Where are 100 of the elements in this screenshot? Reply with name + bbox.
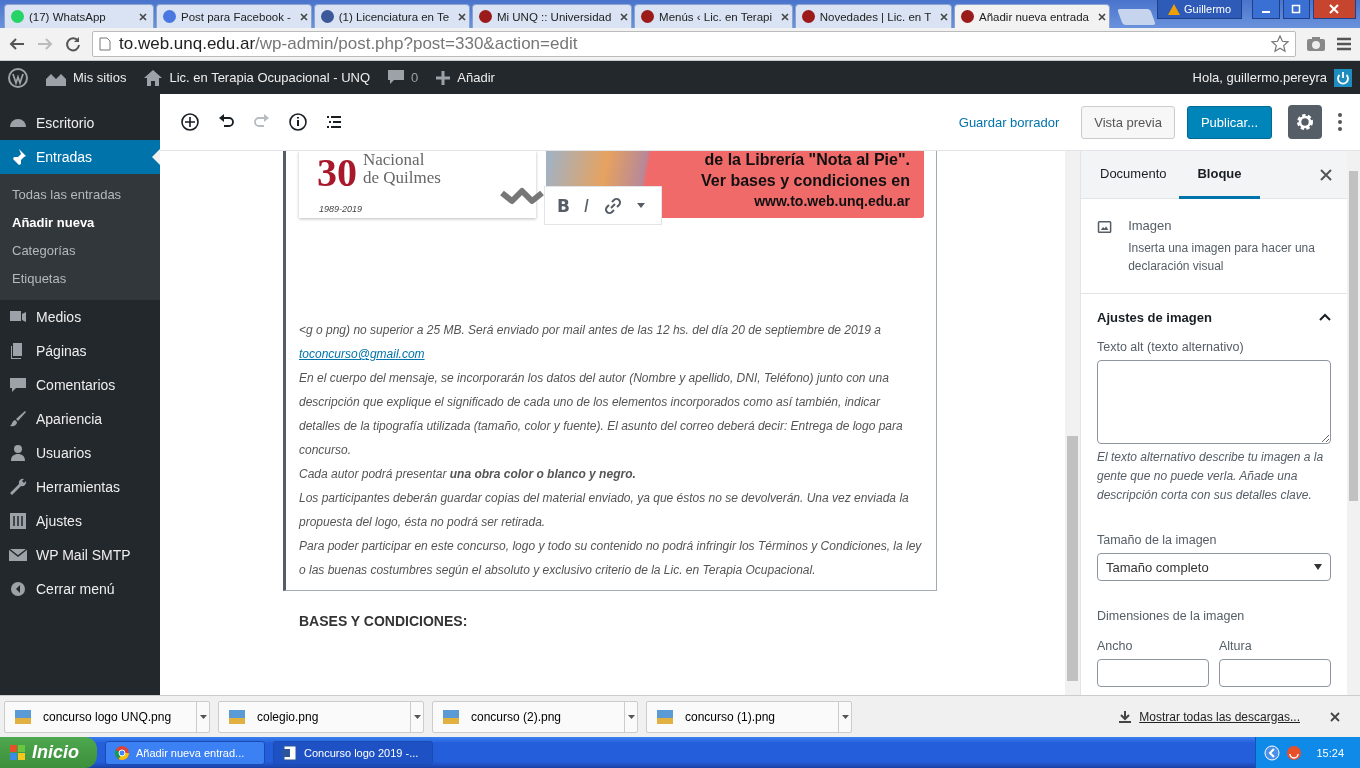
caret-icon[interactable] <box>637 203 645 208</box>
logo-number: 30 <box>317 153 357 193</box>
star-icon[interactable] <box>1271 35 1289 53</box>
paragraph: <g o png) no superior a 25 MB. Será enviado por mail antes de las 12 hs. del día 20 de septiembre de 2019 a toconcurso@gmail.com <box>299 322 883 363</box>
address-bar[interactable]: to.web.unq.edu.ar/wp-admin/post.php?post=330&action=edit <box>92 31 1296 57</box>
scrollbar[interactable] <box>1347 151 1360 695</box>
panel-tab[interactable]: Documento <box>1087 150 1180 199</box>
comment-icon <box>388 70 405 85</box>
favicon-icon <box>320 10 334 23</box>
save-draft-button[interactable]: Guardar borrador <box>958 114 1060 130</box>
caret-icon[interactable] <box>196 701 209 732</box>
caret-icon[interactable] <box>624 701 637 732</box>
field-label: Ancho <box>1097 639 1134 653</box>
close-icon[interactable] <box>1320 168 1332 181</box>
email-link[interactable]: toconcurso@gmail.com <box>299 347 425 361</box>
height-field[interactable] <box>1219 659 1331 687</box>
favicon-icon <box>163 10 176 23</box>
site-menu[interactable]: Lic. en Terapia Ocupacional - UNQ <box>144 69 371 86</box>
download-item[interactable]: concurso (1).png <box>646 700 852 733</box>
comments-menu[interactable]: 0 <box>388 70 419 85</box>
picture-icon <box>443 709 459 724</box>
browser-tab[interactable]: (1) Licenciatura en Te <box>313 4 470 28</box>
paragraph: Los participantes deberán guardar copias del material enviado, ya que éstos no se devolverán. Una vez enviada la propuesta del logo, ésta no podrá ser retirada. <box>299 490 910 531</box>
my-sites-menu[interactable]: Mis sitios <box>46 69 127 86</box>
minimize-icon <box>1261 11 1270 13</box>
submenu-item[interactable]: Añadir nueva <box>0 208 160 236</box>
close-icon[interactable] <box>781 12 789 21</box>
maximize-button[interactable] <box>1282 0 1310 19</box>
close-icon[interactable] <box>458 12 467 21</box>
new-content-menu[interactable]: Añadir <box>436 70 495 85</box>
classic-block[interactable] <box>283 151 937 591</box>
close-icon[interactable] <box>1097 12 1106 21</box>
camera-icon[interactable] <box>1306 36 1326 52</box>
taskbar-button[interactable]: Añadir nueva entrad... <box>105 740 265 765</box>
new-tab-button[interactable] <box>1116 9 1156 25</box>
publish-button[interactable]: Publicar... <box>1186 105 1272 139</box>
menu-item[interactable]: Entradas <box>0 140 160 174</box>
show-all-downloads-link[interactable]: Mostrar todas las descargas... <box>1139 709 1300 724</box>
field-label: Dimensiones de la imagen <box>1097 609 1246 623</box>
download-item[interactable]: colegio.png <box>218 700 424 733</box>
download-item[interactable]: concurso (2).png <box>432 700 638 733</box>
banner-text: Ver bases y condiciones en <box>701 171 910 191</box>
close-icon[interactable] <box>940 12 949 21</box>
browser-tab[interactable]: Añadir nueva entrada <box>954 4 1110 28</box>
field-label: Texto alt (texto alternativo) <box>1097 340 1245 354</box>
menu-icon[interactable] <box>1336 36 1352 52</box>
taskbar-button[interactable]: Concurso logo 2019 -... <box>273 740 433 765</box>
paragraph: Cada autor podrá presentar una obra color o blanco y negro. <box>299 466 637 483</box>
logo-text: de Quilmes <box>363 169 441 187</box>
banner-text: www.to.web.unq.edu.ar <box>754 192 910 211</box>
close-icon[interactable] <box>620 12 629 21</box>
picture-icon <box>15 709 31 724</box>
settings-button[interactable] <box>1288 105 1322 139</box>
user-icon <box>8 443 28 463</box>
close-window-button[interactable] <box>1312 0 1356 19</box>
profile-badge[interactable]: Guillermo <box>1157 0 1243 19</box>
reload-icon[interactable] <box>64 35 82 53</box>
scrollbar[interactable] <box>1065 151 1080 695</box>
chevron-icon <box>1319 313 1331 321</box>
block-name: Imagen <box>1128 217 1173 235</box>
close-icon[interactable] <box>139 12 147 21</box>
wavy-line-icon <box>499 185 545 207</box>
link-icon[interactable] <box>603 195 623 216</box>
caret-icon[interactable] <box>838 701 851 732</box>
panel-tab[interactable]: Bloque <box>1179 150 1260 199</box>
alt-text-field[interactable] <box>1097 360 1331 444</box>
heading: BASES Y CONDICIONES: <box>299 613 469 629</box>
width-field[interactable] <box>1097 659 1209 687</box>
wordpress-logo-icon[interactable] <box>8 67 28 88</box>
paragraph: Para poder participar en este concurso, logo y todo su contenido no podrá infringir los Términos y Condiciones, la ley o las buenas costumbres según el absoluto y exclusivo criterio de la Lic. en Terapia Ocupacional. <box>299 538 923 579</box>
minimize-button[interactable] <box>1252 0 1280 19</box>
browser-tab[interactable]: Menús ‹ Lic. en Terapi <box>634 4 793 28</box>
close-icon[interactable] <box>299 12 308 21</box>
picture-icon <box>229 709 245 724</box>
clock: 15:24 <box>1316 746 1344 759</box>
close-icon[interactable] <box>1330 711 1340 722</box>
submenu-item[interactable]: Categorías <box>0 236 160 264</box>
help-text: El texto alternativo describe tu imagen a la gente que no puede verla. Añade una descripción corta con sus detalles clave. <box>1097 449 1325 504</box>
download-item[interactable]: concurso logo UNQ.png <box>4 700 210 733</box>
italic-button[interactable]: I <box>583 195 589 216</box>
home-icon <box>144 69 163 86</box>
close-icon <box>1329 4 1340 14</box>
browser-tab[interactable]: Post para Facebook - <box>156 4 312 28</box>
submenu-item[interactable]: Todas las entradas <box>0 180 160 208</box>
browser-tab[interactable]: (17) WhatsApp <box>4 4 154 28</box>
section-toggle[interactable]: Ajustes de imagen <box>1097 294 1331 340</box>
comment-icon <box>8 375 28 395</box>
browser-tab[interactable]: Mi UNQ :: Universidad <box>471 4 633 28</box>
preview-button[interactable]: Vista previa <box>1081 105 1175 139</box>
account-menu[interactable]: Hola, guillermo.pereyra <box>1192 68 1352 87</box>
picture-icon <box>657 709 673 724</box>
submenu-item[interactable]: Etiquetas <box>0 264 160 292</box>
sliders-icon <box>8 511 28 531</box>
size-select[interactable]: Tamaño completo <box>1097 553 1331 581</box>
bold-button[interactable]: B <box>557 195 570 216</box>
favicon-icon <box>478 10 492 23</box>
smiley-icon[interactable] <box>1286 744 1303 761</box>
warning-icon <box>1168 3 1180 15</box>
browser-tab[interactable]: Novedades | Lic. en T <box>794 4 952 28</box>
caret-icon[interactable] <box>410 701 423 732</box>
